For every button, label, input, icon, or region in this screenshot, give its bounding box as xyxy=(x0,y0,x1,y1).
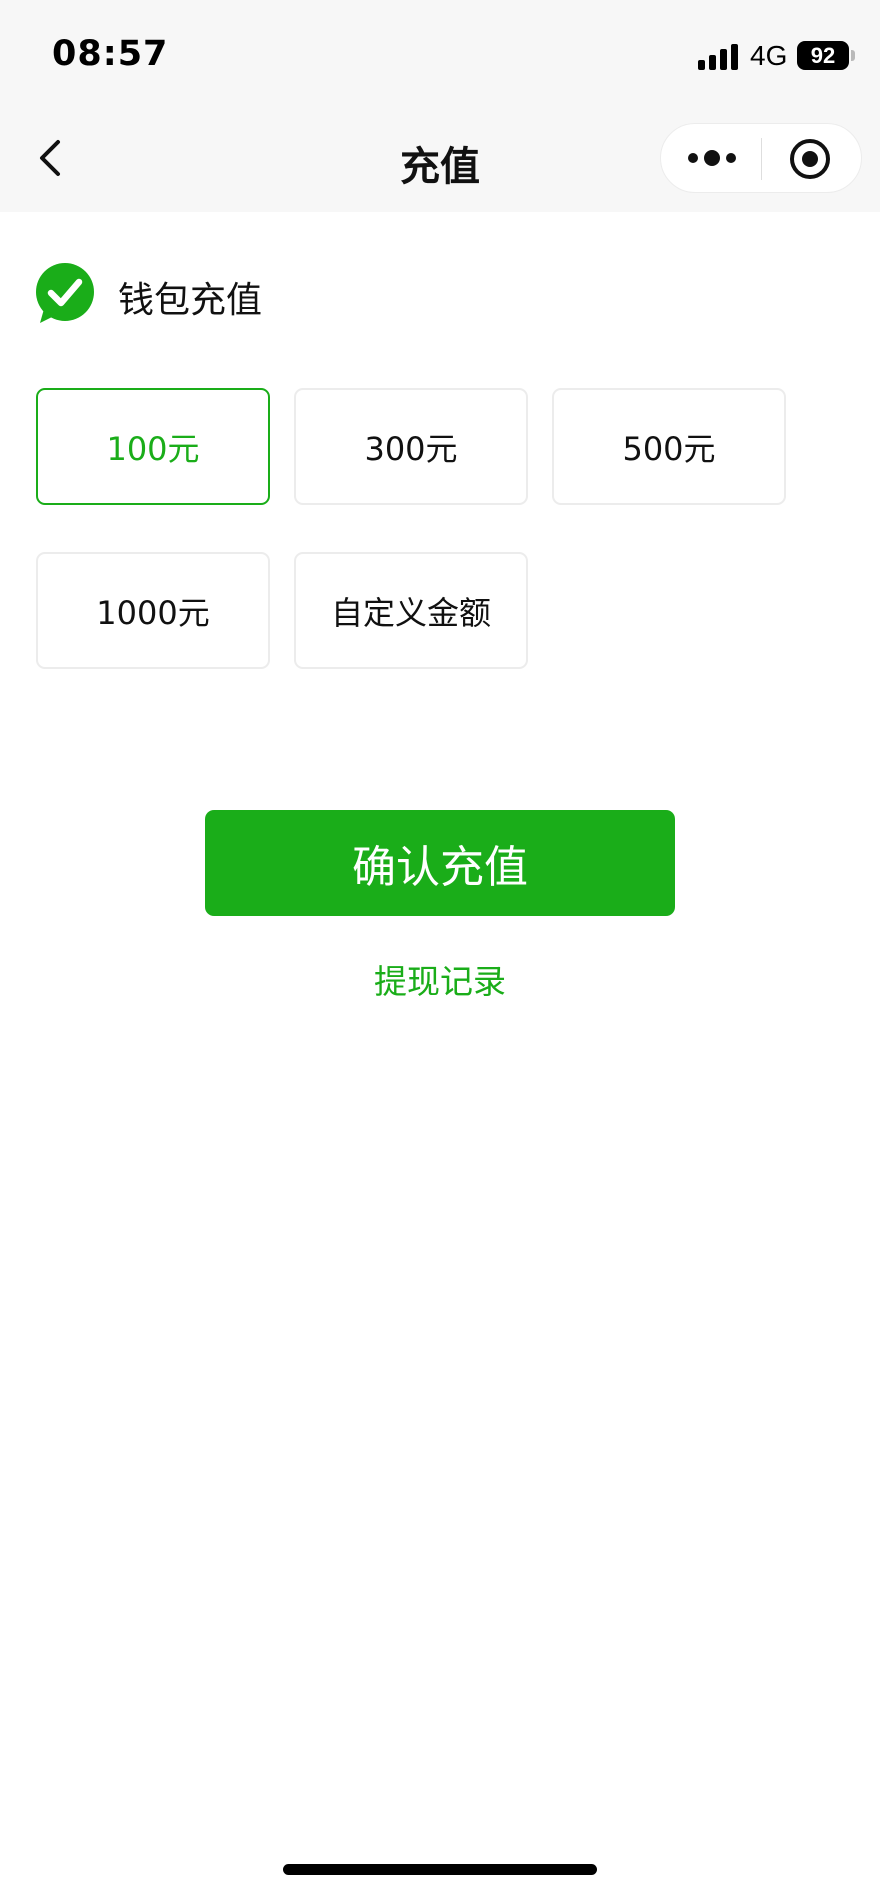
home-indicator xyxy=(283,1864,597,1875)
mini-program-capsule xyxy=(660,123,862,193)
navigation-bar: 充值 xyxy=(0,105,880,212)
wallet-recharge-header: 钱包充值 xyxy=(34,263,434,325)
amount-option-custom[interactable]: 自定义金额 xyxy=(294,552,528,669)
confirm-recharge-button[interactable]: 确认充值 xyxy=(205,810,675,916)
amount-option-500[interactable]: 500元 xyxy=(552,388,786,505)
battery-cap xyxy=(851,50,855,61)
network-type: 4G xyxy=(750,40,788,71)
confirm-recharge-label: 确认充值 xyxy=(352,842,528,893)
status-bar: 08:57 4G 92 xyxy=(0,0,880,105)
amount-option-100[interactable]: 100元 xyxy=(36,388,270,505)
amount-option-1000[interactable]: 1000元 xyxy=(36,552,270,669)
status-time: 08:57 xyxy=(52,34,169,74)
amount-option-label: 1000元 xyxy=(96,593,210,632)
amount-option-label: 300元 xyxy=(364,429,458,468)
capsule-divider xyxy=(761,138,762,180)
target-close-icon[interactable] xyxy=(787,136,833,182)
battery-level: 92 xyxy=(810,43,836,68)
amount-option-300[interactable]: 300元 xyxy=(294,388,528,505)
amount-option-label: 自定义金额 xyxy=(330,593,491,632)
wechat-pay-check-icon xyxy=(36,263,94,323)
wallet-title: 钱包充值 xyxy=(118,280,263,321)
withdraw-records-link[interactable]: 提现记录 xyxy=(0,955,880,1003)
more-dots-icon[interactable] xyxy=(681,134,743,182)
amount-option-label: 500元 xyxy=(622,429,716,468)
cellular-signal-icon xyxy=(698,44,738,70)
battery-icon: 92 xyxy=(797,41,849,70)
amount-option-label: 100元 xyxy=(106,429,200,468)
